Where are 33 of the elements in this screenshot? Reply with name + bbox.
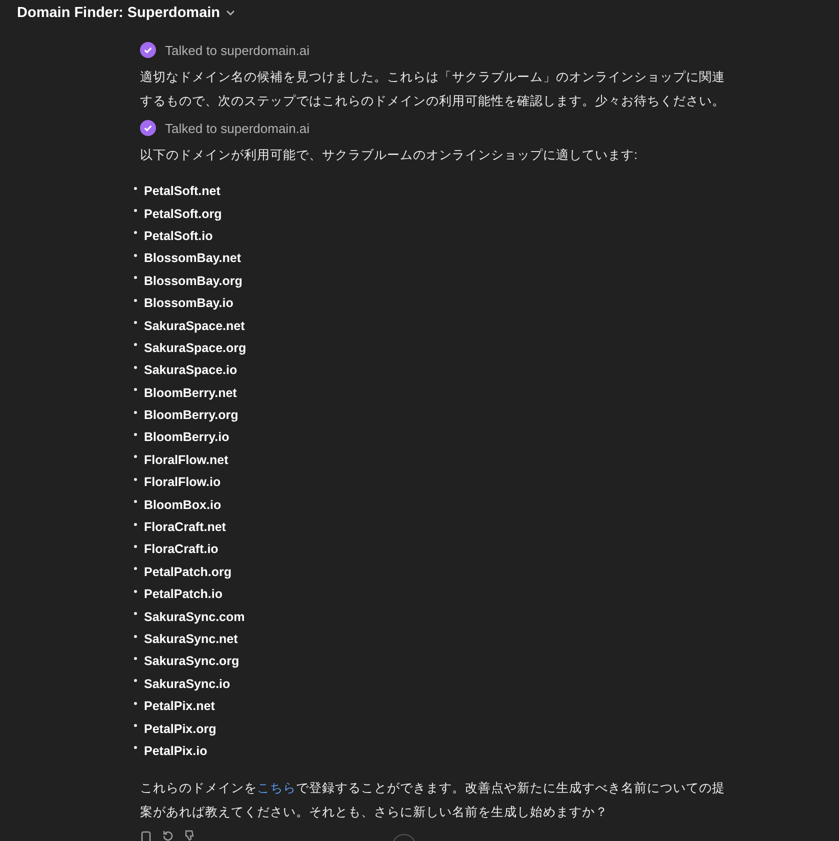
message-paragraph: 適切なドメイン名の候補を見つけました。これらは「サクラブルーム」のオンラインショップに関連 するもので、次のステップではこれらのドメインの利用可能性を確認します。少々お待ちください。 <box>140 69 726 110</box>
chat-title[interactable]: Domain Finder: Superdomain <box>17 4 220 20</box>
domain-name: PetalPix.net <box>144 699 215 714</box>
domain-name: PetalSoft.net <box>144 184 220 198</box>
domain-name: FloraCraft.io <box>144 542 218 556</box>
domain-name: SakuraSpace.io <box>144 363 238 378</box>
domain-name: FloralFlow.net <box>144 452 228 467</box>
domain-name: PetalSoft.org <box>144 206 222 221</box>
domain-name: SakuraSpace.org <box>144 340 246 355</box>
domain-name: FloralFlow.io <box>144 475 221 490</box>
domain-name: BlossomBay.net <box>144 251 242 266</box>
domain-name: SakuraSync.net <box>144 632 238 646</box>
domain-name: BloomBox.io <box>144 498 222 512</box>
domain-name: BloomBerry.org <box>144 408 238 422</box>
domain-name: SakuraSpace.net <box>144 318 245 333</box>
plugin-status: Talked to superdomain.ai <box>165 120 310 136</box>
domain-name: SakuraSync.com <box>144 610 245 624</box>
domain-name: SakuraSync.io <box>144 676 230 691</box>
domain-name: PetalPix.io <box>144 744 208 758</box>
domain-name: BlossomBay.io <box>144 296 234 310</box>
domain-name: SakuraSync.org <box>144 654 240 668</box>
message-paragraph: 以下のドメインが利用可能で、サクラブルームのオンラインショップに適しています: <box>140 147 638 164</box>
domain-name: PetalPatch.org <box>144 564 232 579</box>
domain-name: FloraCraft.net <box>144 520 226 534</box>
registration-link[interactable]: こちら <box>257 781 296 796</box>
domain-name: BlossomBay.org <box>144 274 242 288</box>
domain-name: PetalSoft.io <box>144 228 213 243</box>
domain-name: BloomBerry.net <box>144 386 237 400</box>
plugin-status: Talked to superdomain.ai <box>165 42 310 58</box>
message-paragraph: これらのドメインを こちら で登録することができます。改善点や新たに生成すべき名前についての提 案があれば教えてください。それとも、さらに新しい名前を生成し始めますか？ <box>140 780 726 822</box>
domain-name: PetalPix.org <box>144 722 216 736</box>
domain-name: BloomBerry.io <box>144 430 230 444</box>
domain-name: PetalPatch.io <box>144 587 222 602</box>
